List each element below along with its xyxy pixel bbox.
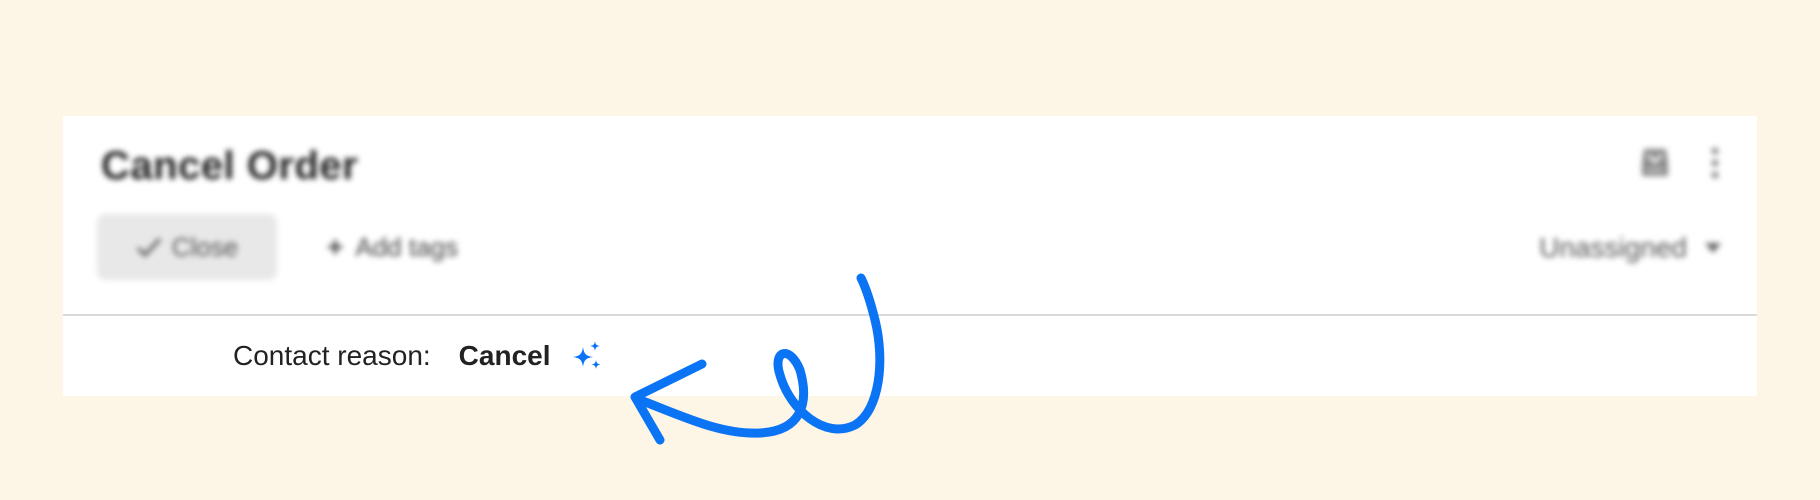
close-button-label: Close [171, 231, 239, 262]
header-actions [1639, 146, 1719, 180]
ticket-toolbar: Close + Add tags [97, 214, 458, 280]
close-button[interactable]: Close [97, 214, 277, 280]
contact-reason-label: Contact reason: [233, 340, 431, 371]
arrow-annotation [630, 273, 885, 445]
sparkle-icon [572, 341, 600, 369]
contact-reason-value[interactable]: Cancel [459, 340, 551, 372]
contact-reason-row: Contact reason: Cancel [233, 340, 603, 372]
ticket-title: Cancel Order [101, 144, 359, 188]
inbox-icon[interactable] [1639, 146, 1671, 180]
add-tags-label: Add tags [355, 231, 458, 262]
plus-icon: + [327, 231, 344, 262]
chevron-down-icon [1705, 243, 1721, 253]
add-tags-button[interactable]: + Add tags [327, 231, 458, 263]
kebab-menu-icon[interactable] [1711, 147, 1719, 179]
assignee-label: Unassigned [1539, 232, 1687, 263]
check-icon [136, 237, 162, 258]
ticket-card: Cancel Order Close + Add tags Unassigned [63, 116, 1757, 396]
header-divider [63, 314, 1757, 316]
assignee-dropdown[interactable]: Unassigned [1539, 232, 1721, 264]
